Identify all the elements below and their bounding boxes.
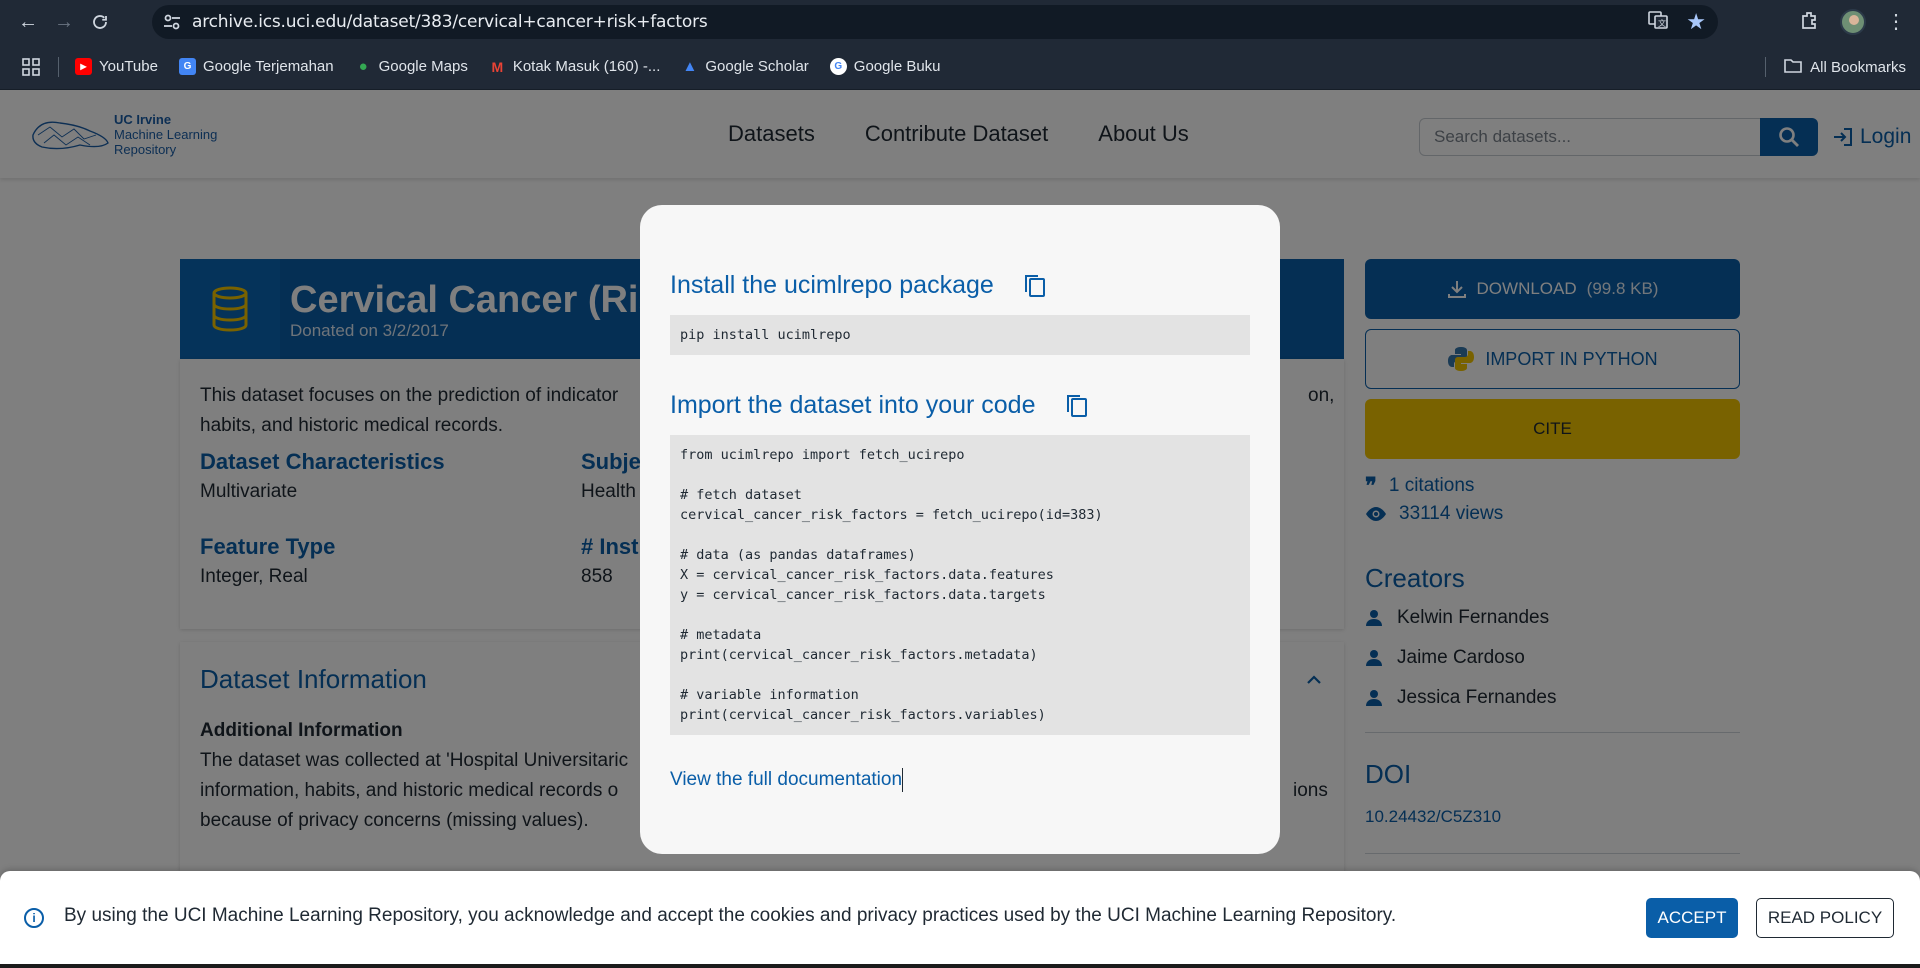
bookmarks-bar: ▶ YouTube G Google Terjemahan ● Google M… bbox=[0, 44, 1920, 90]
cookie-banner: i By using the UCI Machine Learning Repo… bbox=[0, 871, 1920, 968]
all-bookmarks[interactable]: All Bookmarks bbox=[1765, 44, 1906, 90]
bookmark-label: Google Maps bbox=[378, 58, 468, 75]
youtube-icon: ▶ bbox=[75, 58, 92, 75]
cookie-text: By using the UCI Machine Learning Reposi… bbox=[64, 905, 1397, 926]
documentation-link-label: View the full documentation bbox=[670, 769, 903, 791]
forward-icon[interactable]: → bbox=[46, 4, 82, 40]
translate-icon: G bbox=[178, 58, 196, 75]
bookmark-gmail[interactable]: M Kotak Masuk (160) -... bbox=[489, 58, 661, 75]
page-content: UC Irvine Machine Learning Repository Da… bbox=[0, 90, 1920, 968]
bookmark-label: Google Buku bbox=[853, 58, 941, 75]
read-policy-button[interactable]: READ POLICY bbox=[1756, 898, 1894, 938]
google-icon: G bbox=[829, 58, 847, 75]
bookmark-google-terjemahan[interactable]: G Google Terjemahan bbox=[178, 58, 334, 75]
translate-icon[interactable]: 文 bbox=[1648, 10, 1669, 35]
view-documentation-link[interactable]: View the full documentation bbox=[670, 768, 904, 792]
browser-toolbar: ← → archive.ics.uci.edu/dataset/383/cerv… bbox=[0, 0, 1920, 44]
svg-text:文: 文 bbox=[1658, 18, 1666, 28]
bookmark-label: YouTube bbox=[99, 58, 158, 75]
accept-button[interactable]: ACCEPT bbox=[1646, 898, 1738, 938]
text-cursor bbox=[902, 768, 904, 792]
copy-icon[interactable] bbox=[1066, 394, 1088, 418]
maps-icon: ● bbox=[358, 58, 368, 75]
install-title: Install the ucimlrepo package bbox=[670, 271, 994, 299]
info-icon: i bbox=[24, 908, 44, 928]
apps-icon[interactable] bbox=[22, 57, 40, 76]
import-title: Import the dataset into your code bbox=[670, 391, 1036, 419]
gmail-icon: M bbox=[491, 58, 504, 75]
site-info-icon[interactable] bbox=[152, 14, 192, 30]
back-icon[interactable]: ← bbox=[10, 4, 46, 40]
copy-icon[interactable] bbox=[1024, 274, 1046, 298]
profile-avatar[interactable] bbox=[1840, 9, 1866, 35]
all-bookmarks-label: All Bookmarks bbox=[1810, 58, 1906, 76]
bookmark-label: Kotak Masuk (160) -... bbox=[512, 58, 661, 75]
install-heading: Install the ucimlrepo package bbox=[670, 271, 1046, 300]
bookmark-google-maps[interactable]: ● Google Maps bbox=[355, 58, 468, 75]
bookmark-google-buku[interactable]: G Google Buku bbox=[829, 58, 941, 75]
screen-bottom-edge bbox=[0, 964, 1920, 968]
python-import-modal: Install the ucimlrepo package pip instal… bbox=[640, 205, 1280, 854]
bookmark-label: Google Scholar bbox=[705, 58, 809, 75]
menu-icon[interactable]: ⋮ bbox=[1886, 12, 1906, 32]
address-bar[interactable]: archive.ics.uci.edu/dataset/383/cervical… bbox=[152, 5, 1718, 39]
install-code-block: pip install ucimlrepo bbox=[670, 315, 1250, 355]
bookmark-label: Google Terjemahan bbox=[202, 58, 334, 75]
bookmark-star-icon[interactable]: ★ bbox=[1686, 9, 1706, 35]
import-heading: Import the dataset into your code bbox=[670, 391, 1088, 420]
bookmark-youtube[interactable]: ▶ YouTube bbox=[75, 58, 158, 75]
reload-icon[interactable] bbox=[82, 4, 118, 40]
extensions-icon[interactable] bbox=[1800, 10, 1820, 35]
folder-icon bbox=[1784, 58, 1802, 77]
url-text: archive.ics.uci.edu/dataset/383/cervical… bbox=[192, 12, 708, 32]
import-code-block: from ucimlrepo import fetch_ucirepo # fe… bbox=[670, 435, 1250, 735]
bookmark-google-scholar[interactable]: ▲ Google Scholar bbox=[681, 58, 808, 75]
scholar-icon: ▲ bbox=[682, 58, 698, 75]
